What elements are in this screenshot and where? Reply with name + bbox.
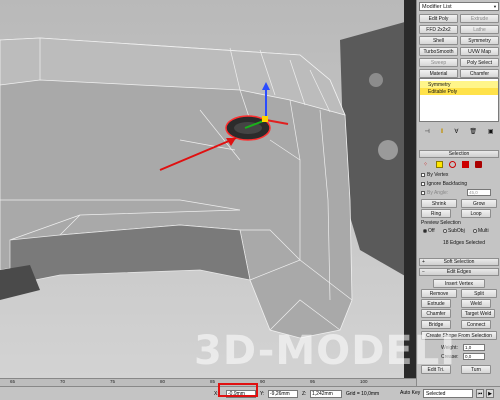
timeline-tick: 80 — [160, 379, 166, 384]
edge-icon[interactable] — [436, 161, 443, 168]
modifier-button[interactable]: TurboSmooth — [419, 47, 458, 56]
timeline-tick: 85 — [210, 379, 216, 384]
modifier-button[interactable]: Lathe — [460, 25, 499, 34]
model-mesh[interactable] — [0, 0, 412, 378]
polygon-icon[interactable] — [462, 161, 469, 168]
key-filter-dropdown[interactable]: Selected — [423, 389, 473, 398]
weld-button[interactable]: Weld — [461, 299, 491, 308]
grow-button[interactable]: Grow — [461, 199, 497, 208]
modifier-button[interactable]: Edit Poly — [419, 14, 458, 23]
configure-sets-icon[interactable]: ▣ — [488, 128, 494, 135]
connect-button[interactable]: Connect — [461, 320, 491, 329]
subobject-icons: ⁘ — [423, 160, 497, 169]
preview-off-radio[interactable]: Off — [423, 228, 435, 234]
modifier-stack[interactable]: Symmetry Editable Poly — [419, 78, 499, 122]
timeline-ruler[interactable]: 65 70 75 80 85 90 95 100 — [0, 378, 416, 386]
target-weld-button[interactable]: Target Weld — [461, 309, 495, 318]
crease-spinner[interactable]: 0,0 — [463, 353, 485, 360]
pin-stack-icon[interactable]: ⊣ — [424, 128, 429, 135]
chevron-down-icon: ▼ — [493, 4, 497, 9]
soft-selection-rollout-header[interactable]: + Soft Selection — [419, 258, 499, 266]
grid-size-label: Grid = 10,0mm — [346, 391, 380, 397]
remove-button[interactable]: Remove — [421, 289, 457, 298]
modifier-button[interactable]: Poly Select — [460, 58, 499, 67]
edit-edges-rollout-header[interactable]: − Edit Edges — [419, 268, 499, 276]
play-icon[interactable]: ▶ — [486, 389, 494, 398]
timeline-tick: 65 — [10, 379, 16, 384]
selection-rollout-header[interactable]: Selection — [419, 150, 499, 158]
preview-multi-radio[interactable]: Multi — [473, 228, 489, 234]
y-label: Y: — [260, 391, 265, 397]
coordinate-highlight-box — [218, 383, 258, 397]
stack-item-editable-poly[interactable]: Editable Poly — [420, 88, 498, 95]
timeline-tick: 75 — [110, 379, 116, 384]
z-label: Z: — [302, 391, 307, 397]
modifier-button[interactable]: Extrude — [460, 14, 499, 23]
modifier-button[interactable]: Symmetry — [460, 36, 499, 45]
by-angle-checkbox[interactable]: By Angle: — [421, 190, 448, 196]
modifier-button[interactable]: UVW Map — [460, 47, 499, 56]
show-end-result-icon[interactable]: Ⅱ — [441, 128, 444, 135]
ignore-backfacing-checkbox[interactable]: Ignore Backfacing — [421, 181, 467, 187]
by-angle-spinner[interactable]: 45,0 — [467, 189, 491, 196]
watermark: 3D-MODELI — [194, 328, 457, 374]
stack-toolbar: ⊣ Ⅱ ∀ 🗑 ▣ — [419, 126, 499, 136]
timeline-tick: 90 — [260, 379, 266, 384]
remove-modifier-icon[interactable]: 🗑 — [469, 128, 477, 135]
modifier-button[interactable]: FFD 2x2x2 — [419, 25, 458, 34]
preview-subobj-radio[interactable]: SubObj — [443, 228, 465, 234]
stack-item-symmetry[interactable]: Symmetry — [420, 81, 498, 88]
viewport-perspective[interactable] — [0, 0, 412, 378]
vertex-icon[interactable]: ⁘ — [423, 161, 430, 168]
by-vertex-checkbox[interactable]: By Vertex — [421, 172, 448, 178]
timeline-tick: 95 — [310, 379, 316, 384]
z-coordinate-field[interactable]: 1,242mm — [310, 390, 342, 398]
modifier-list-dropdown[interactable]: Modifier List ▼ — [419, 2, 499, 11]
extrude-button[interactable]: Extrude — [421, 299, 451, 308]
make-unique-icon[interactable]: ∀ — [454, 128, 458, 135]
ring-button[interactable]: Ring — [421, 209, 451, 218]
weight-spinner[interactable]: 1,0 — [463, 344, 485, 351]
border-icon[interactable] — [449, 161, 456, 168]
turn-button[interactable]: Turn — [461, 365, 491, 374]
modifier-button[interactable]: Sweep — [419, 58, 458, 67]
loop-button[interactable]: Loop — [461, 209, 491, 218]
modifier-button[interactable]: Shell — [419, 36, 458, 45]
modifier-button[interactable]: Chamfer — [460, 69, 499, 78]
element-icon[interactable] — [475, 161, 482, 168]
chamfer-button[interactable]: Chamfer — [421, 309, 451, 318]
y-coordinate-field[interactable]: -9,26mm — [268, 390, 298, 398]
split-button[interactable]: Split — [461, 289, 497, 298]
modifier-list-label: Modifier List — [422, 3, 452, 10]
timeline-tick: 100 — [360, 379, 368, 384]
selection-status: 18 Edges Selected — [443, 240, 485, 246]
insert-vertex-button[interactable]: Insert Vertex — [433, 279, 485, 288]
modifier-button[interactable]: Material — [419, 69, 458, 78]
preview-selection-label: Preview Selection — [421, 220, 461, 226]
timeline-tick: 70 — [60, 379, 66, 384]
shrink-button[interactable]: Shrink — [421, 199, 457, 208]
goto-start-icon[interactable]: ⏮ — [476, 389, 484, 398]
viewport-border — [404, 0, 416, 378]
auto-key-button[interactable]: Auto Key — [400, 390, 420, 396]
